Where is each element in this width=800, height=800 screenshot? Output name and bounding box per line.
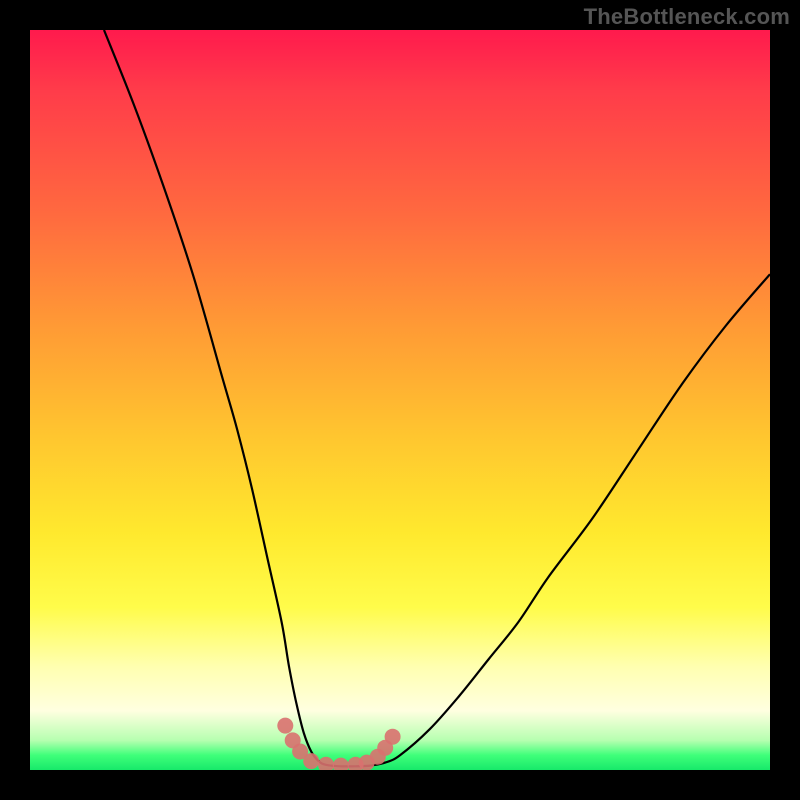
attribution-text: TheBottleneck.com xyxy=(584,4,790,30)
floor-dot xyxy=(318,757,334,770)
floor-dot xyxy=(303,753,319,769)
plot-area xyxy=(30,30,770,770)
background-frame: TheBottleneck.com xyxy=(0,0,800,800)
bottleneck-curve xyxy=(104,30,770,766)
floor-dot xyxy=(277,718,293,734)
floor-dots-group xyxy=(277,718,400,770)
curve-layer xyxy=(30,30,770,770)
floor-dot xyxy=(333,758,349,770)
floor-dot xyxy=(385,729,401,745)
